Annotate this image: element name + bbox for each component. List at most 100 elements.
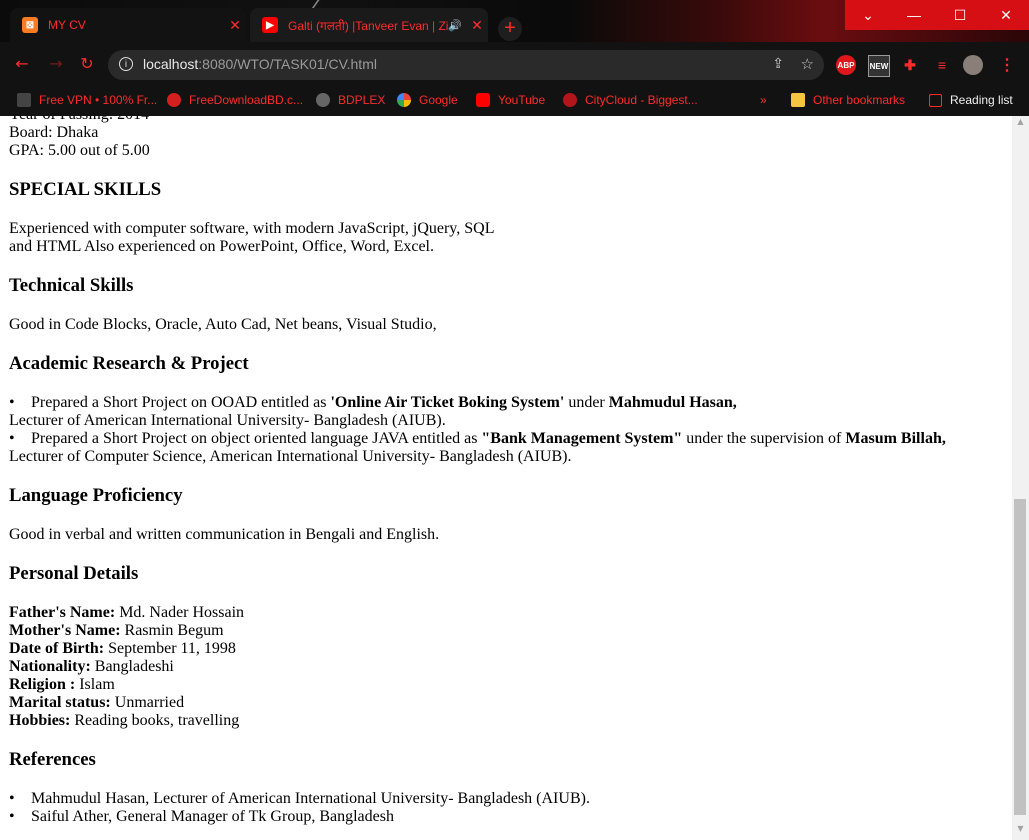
bookmark-label: CityCloud - Biggest... bbox=[585, 93, 698, 107]
bookmark-label: YouTube bbox=[498, 93, 546, 107]
tab-my-cv[interactable]: ⊠ MY CV ✕ bbox=[10, 8, 246, 42]
references-heading: References bbox=[9, 749, 96, 770]
share-icon[interactable]: ⇪ bbox=[772, 56, 784, 72]
close-tab-icon[interactable]: ✕ bbox=[224, 17, 246, 34]
scroll-down-icon[interactable]: ▼ bbox=[1012, 824, 1029, 838]
bookmark-item[interactable]: FreeDownloadBD.c... bbox=[167, 93, 303, 107]
reading-list[interactable]: Reading list bbox=[929, 93, 1013, 107]
new-tab-button[interactable]: + bbox=[498, 17, 522, 41]
research-item-2: • Prepared a Short Project on object ori… bbox=[9, 430, 1009, 448]
bookmark-item[interactable]: YouTube bbox=[476, 93, 545, 107]
bullet: • bbox=[9, 430, 15, 447]
reading-list-icon bbox=[929, 93, 942, 107]
board-line: Board: Dhaka bbox=[9, 124, 99, 141]
menu-kebab-icon[interactable]: ⋮ bbox=[997, 55, 1017, 75]
maximize-icon[interactable]: ☐ bbox=[937, 0, 983, 30]
field-value: Reading books, travelling bbox=[70, 712, 240, 729]
bookmark-item[interactable]: Google bbox=[397, 93, 458, 107]
field-value: Islam bbox=[75, 676, 115, 693]
bookmarks-overflow-button[interactable]: » bbox=[760, 93, 767, 107]
reference-item: • Saiful Ather, General Manager of Tk Gro… bbox=[9, 808, 1009, 826]
bookmark-label: BDPLEX bbox=[338, 93, 386, 107]
browser-chrome: ⊠ MY CV ✕ ▶ Galti (गलती) |Tanveer Evan |… bbox=[0, 0, 1029, 116]
bookmark-item[interactable]: Free VPN • 100% Fr... bbox=[17, 93, 157, 107]
url-path: :8080/WTO/TASK01/CV.html bbox=[198, 56, 377, 72]
chevron-down-icon[interactable]: ⌄ bbox=[845, 0, 891, 30]
url-host: localhost bbox=[143, 56, 199, 72]
special-skills-heading: SPECIAL SKILLS bbox=[9, 179, 162, 200]
tab-title: MY CV bbox=[48, 18, 86, 32]
technical-skills-heading: Technical Skills bbox=[9, 275, 134, 296]
personal-field: Date of Birth: September 11, 1998 bbox=[9, 640, 1009, 658]
bookmarks-bar: Free VPN • 100% Fr... FreeDownloadBD.c..… bbox=[0, 86, 1029, 116]
research-item-2-continued: Lecturer of Computer Science, American I… bbox=[9, 448, 572, 465]
reference-text: Saiful Ather, General Manager of Tk Grou… bbox=[31, 808, 394, 825]
media-queue-icon[interactable]: ≡ bbox=[932, 55, 952, 75]
bookmark-item[interactable]: CityCloud - Biggest... bbox=[563, 93, 698, 107]
xampp-icon: ⊠ bbox=[22, 17, 38, 33]
supervisor-name: Mahmudul Hasan, bbox=[608, 394, 737, 411]
project-title: 'Online Air Ticket Boking System' bbox=[330, 394, 565, 411]
reading-list-label: Reading list bbox=[950, 93, 1013, 107]
toolbar: ← → ↻ i localhost:8080/WTO/TASK01/CV.htm… bbox=[0, 42, 1029, 86]
tab-title: Galti (गलती) |Tanveer Evan | Zi bbox=[288, 18, 448, 33]
forward-arrow-icon[interactable]: → bbox=[46, 54, 66, 74]
back-arrow-icon[interactable]: ← bbox=[12, 54, 32, 74]
field-value: Md. Nader Hossain bbox=[115, 604, 245, 621]
other-bookmarks[interactable]: Other bookmarks bbox=[791, 93, 905, 107]
bookmark-label: FreeDownloadBD.c... bbox=[189, 93, 304, 107]
field-value: Unmarried bbox=[110, 694, 185, 711]
scroll-up-icon[interactable]: ▲ bbox=[1012, 117, 1029, 131]
bullet: • bbox=[9, 808, 15, 825]
cv-content: Year of Passing: 2014 Board: Dhaka GPA: … bbox=[9, 106, 1009, 826]
field-label: Hobbies: bbox=[9, 712, 71, 729]
personal-field: Father's Name: Md. Nader Hossain bbox=[9, 604, 1009, 622]
bdplex-icon bbox=[316, 93, 330, 107]
language-text: Good in verbal and written communication… bbox=[9, 526, 440, 543]
extensions-puzzle-icon[interactable]: ✚ bbox=[900, 55, 920, 75]
bullet: • bbox=[9, 394, 15, 411]
close-window-icon[interactable]: ✕ bbox=[983, 0, 1029, 30]
vpn-icon bbox=[17, 93, 31, 107]
youtube-icon: ▶ bbox=[262, 17, 278, 33]
address-bar[interactable]: i localhost:8080/WTO/TASK01/CV.html ⇪ ☆ bbox=[108, 50, 824, 80]
special-skills-text-1: Experienced with computer software, with… bbox=[9, 220, 495, 237]
research-item-1: • Prepared a Short Project on OOAD entit… bbox=[9, 394, 1009, 412]
scrollbar-thumb[interactable] bbox=[1014, 499, 1026, 815]
close-tab-icon[interactable]: ✕ bbox=[466, 17, 488, 34]
bookmark-item[interactable]: BDPLEX bbox=[316, 93, 385, 107]
adblock-icon[interactable]: ABP bbox=[836, 55, 856, 75]
tab-strip: ⊠ MY CV ✕ ▶ Galti (गलती) |Tanveer Evan |… bbox=[0, 0, 1029, 60]
research-heading: Academic Research & Project bbox=[9, 353, 249, 374]
personal-field: Marital status: Unmarried bbox=[9, 694, 1009, 712]
audio-playing-icon[interactable]: 🔊 bbox=[448, 19, 466, 32]
news-extension-icon[interactable]: NEW bbox=[868, 55, 890, 77]
gpa-line: GPA: 5.00 out of 5.00 bbox=[9, 142, 150, 159]
page-scrollbar[interactable]: ▲ ▼ bbox=[1012, 116, 1029, 840]
special-skills-text-2: and HTML Also experienced on PowerPoint,… bbox=[9, 238, 434, 255]
reference-item: • Mahmudul Hasan, Lecturer of American In… bbox=[9, 790, 1009, 808]
site-info-icon[interactable]: i bbox=[119, 57, 133, 71]
field-value: September 11, 1998 bbox=[104, 640, 236, 657]
technical-skills-text: Good in Code Blocks, Oracle, Auto Cad, N… bbox=[9, 316, 437, 333]
reload-icon[interactable]: ↻ bbox=[77, 54, 97, 74]
field-label: Date of Birth: bbox=[9, 640, 105, 657]
field-label: Nationality: bbox=[9, 658, 91, 675]
personal-details-heading: Personal Details bbox=[9, 563, 139, 584]
field-label: Father's Name: bbox=[9, 604, 116, 621]
minimize-icon[interactable]: — bbox=[891, 0, 937, 30]
personal-field: Mother's Name: Rasmin Begum bbox=[9, 622, 1009, 640]
reference-text: Mahmudul Hasan, Lecturer of American Int… bbox=[31, 790, 590, 807]
tab-youtube[interactable]: ▶ Galti (गलती) |Tanveer Evan | Zi 🔊 ✕ bbox=[250, 8, 488, 42]
research-item-text: under bbox=[564, 394, 609, 411]
avatar[interactable] bbox=[963, 55, 983, 75]
folder-icon bbox=[791, 93, 805, 107]
research-item-text: Prepared a Short Project on object orien… bbox=[31, 430, 482, 447]
bookmark-star-icon[interactable]: ☆ bbox=[801, 55, 814, 73]
bookmark-label: Free VPN • 100% Fr... bbox=[39, 93, 158, 107]
field-label: Marital status: bbox=[9, 694, 111, 711]
project-title: "Bank Management System" bbox=[481, 430, 683, 447]
url-text[interactable]: localhost:8080/WTO/TASK01/CV.html bbox=[143, 56, 377, 72]
research-item-text: Prepared a Short Project on OOAD entitle… bbox=[31, 394, 331, 411]
language-heading: Language Proficiency bbox=[9, 485, 183, 506]
